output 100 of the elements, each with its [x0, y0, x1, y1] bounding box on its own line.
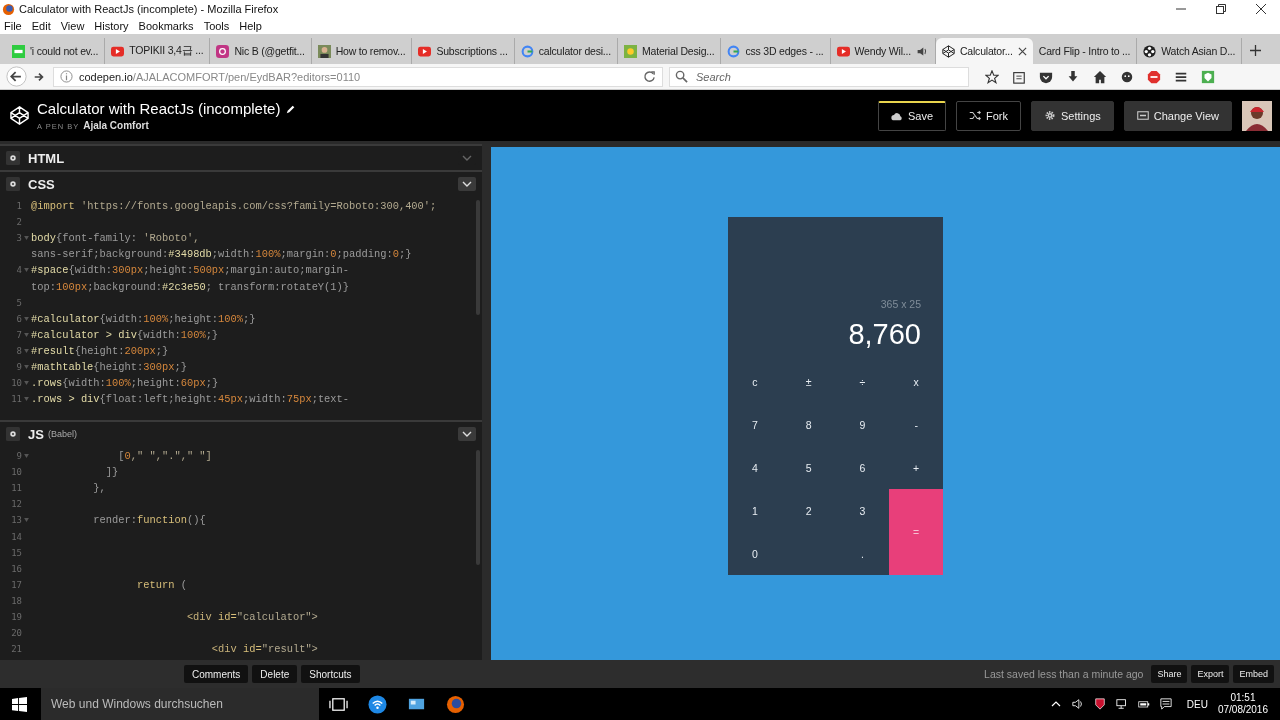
star-icon[interactable]: [985, 69, 999, 84]
adblock-icon[interactable]: [1147, 69, 1161, 84]
menu-item[interactable]: View: [60, 20, 85, 32]
code-line: #calculator > div{width:100%;}: [31, 328, 219, 341]
line-number: 10: [11, 378, 22, 389]
calculator-key[interactable]: 1: [728, 489, 782, 533]
codepen-logo-icon[interactable]: [10, 106, 29, 125]
google-icon: [520, 44, 534, 58]
pen-title: Calculator with ReactJs (incomplete): [37, 100, 281, 117]
tab-title: Subscriptions ...: [436, 45, 508, 57]
chevron-icon[interactable]: [458, 177, 476, 191]
footer-button[interactable]: Embed: [1233, 665, 1274, 683]
menu-item[interactable]: History: [94, 20, 129, 32]
footer-button[interactable]: Share: [1151, 665, 1188, 683]
tab-title: Material Desig...: [642, 45, 715, 57]
header-button[interactable]: Fork: [956, 100, 1021, 131]
firefox-app-icon[interactable]: [446, 694, 465, 714]
header-button[interactable]: Save: [877, 100, 946, 131]
expression-text: 365 x 25: [880, 298, 921, 310]
footer-button[interactable]: Shortcuts: [301, 665, 360, 683]
calculator-key[interactable]: .: [835, 532, 890, 575]
shield-icon[interactable]: [1093, 698, 1106, 710]
user-avatar[interactable]: [1242, 100, 1272, 131]
language-indicator[interactable]: DEU: [1186, 698, 1208, 710]
calculator-key[interactable]: 8: [781, 403, 836, 447]
code-line: return (: [136, 578, 187, 591]
browser-tab[interactable]: Calculator...: [935, 38, 1033, 64]
calculator-key[interactable]: x: [889, 361, 943, 404]
header-button[interactable]: Settings: [1031, 100, 1114, 131]
calculator-key[interactable]: c: [728, 361, 782, 404]
line-number: 12: [11, 499, 22, 510]
calculator-key[interactable]: +: [889, 446, 943, 490]
network-icon[interactable]: [1115, 698, 1128, 710]
footer-button[interactable]: Export: [1191, 665, 1230, 683]
menu-item[interactable]: Help: [239, 20, 262, 32]
calculator-key[interactable]: 4: [728, 446, 782, 490]
menu-item[interactable]: Tools: [203, 20, 230, 32]
line-number: 18: [11, 595, 22, 606]
back-icon[interactable]: [6, 66, 27, 87]
address-bar[interactable]: codepen.io/AJALACOMFORT/pen/EydBAR?editors=0110: [53, 66, 663, 87]
chevron-icon[interactable]: [458, 427, 476, 441]
tab-title: Calculator...: [959, 45, 1013, 57]
code-line: #mathtable{height:300px;}: [31, 361, 187, 373]
settings-icon: [1044, 110, 1056, 121]
window-title: Calculator with ReactJs (incomplete) - Mozilla Firefox: [19, 3, 279, 15]
calculator-key[interactable]: -: [889, 403, 943, 447]
calculator-key[interactable]: 0: [728, 532, 836, 575]
camera-icon: [216, 44, 230, 58]
settings-icon[interactable]: [6, 151, 20, 165]
code-line: .rows{width:100%;height:60px;}: [31, 377, 219, 390]
calculator-key[interactable]: 5: [781, 446, 836, 490]
play-icon: [836, 44, 850, 58]
pencil-icon[interactable]: [286, 103, 297, 114]
settings-icon[interactable]: [6, 177, 20, 191]
line-number: 2: [16, 217, 22, 228]
restore-icon[interactable]: [1216, 4, 1226, 14]
search-icon: [675, 69, 688, 83]
panel-title: HTML: [28, 150, 65, 166]
close-icon[interactable]: [1017, 46, 1027, 56]
taskbar-search-field[interactable]: Web und Windows durchsuchen: [41, 688, 319, 720]
line-number: 11: [11, 394, 22, 405]
wifi-app-icon[interactable]: [368, 694, 387, 714]
speaker-icon[interactable]: [1071, 698, 1084, 710]
calculator-key[interactable]: 2: [781, 489, 836, 533]
menu-item[interactable]: File: [4, 20, 22, 32]
calculator-key[interactable]: 7: [728, 403, 782, 447]
calculator-key[interactable]: 6: [835, 446, 890, 490]
close-icon[interactable]: [1256, 4, 1266, 14]
calculator-key[interactable]: 9: [835, 403, 890, 447]
clock[interactable]: 01:51 07/08/2016: [1217, 692, 1268, 716]
search-field[interactable]: Search: [669, 66, 969, 87]
menu-item[interactable]: Edit: [31, 20, 51, 32]
avatar-icon: [317, 44, 331, 58]
tab-title: 'i could not ev...: [30, 45, 99, 57]
calculator-key[interactable]: ±: [781, 361, 836, 404]
author-link[interactable]: Ajala Comfort: [83, 120, 149, 131]
footer-button[interactable]: Comments: [184, 665, 249, 683]
notification-icon[interactable]: [1159, 698, 1172, 710]
forward-icon[interactable]: [33, 70, 45, 83]
line-number: 8: [16, 345, 22, 356]
clipboard-icon[interactable]: [1012, 69, 1026, 84]
footer-button[interactable]: Delete: [252, 665, 298, 683]
battery-icon[interactable]: [1137, 698, 1150, 710]
home-icon[interactable]: [1093, 69, 1107, 84]
download-icon[interactable]: [1066, 69, 1080, 84]
line-number: 13: [11, 515, 22, 526]
line-number: 5: [16, 297, 22, 308]
windows-start-icon[interactable]: [12, 696, 27, 712]
smiley-icon[interactable]: [1120, 69, 1134, 84]
calculator-key[interactable]: ÷: [835, 361, 890, 404]
menu-item[interactable]: Bookmarks: [138, 20, 194, 32]
header-button[interactable]: Change View: [1123, 100, 1232, 131]
result-text: 8,760: [848, 318, 921, 351]
calculator-key[interactable]: 3: [835, 489, 890, 533]
new-tab-icon[interactable]: [1250, 45, 1262, 56]
line-number: 16: [11, 563, 22, 574]
settings-icon[interactable]: [6, 427, 20, 441]
reload-icon[interactable]: [643, 70, 656, 83]
info-icon: [60, 70, 73, 83]
panel-title: CSS: [28, 176, 55, 192]
